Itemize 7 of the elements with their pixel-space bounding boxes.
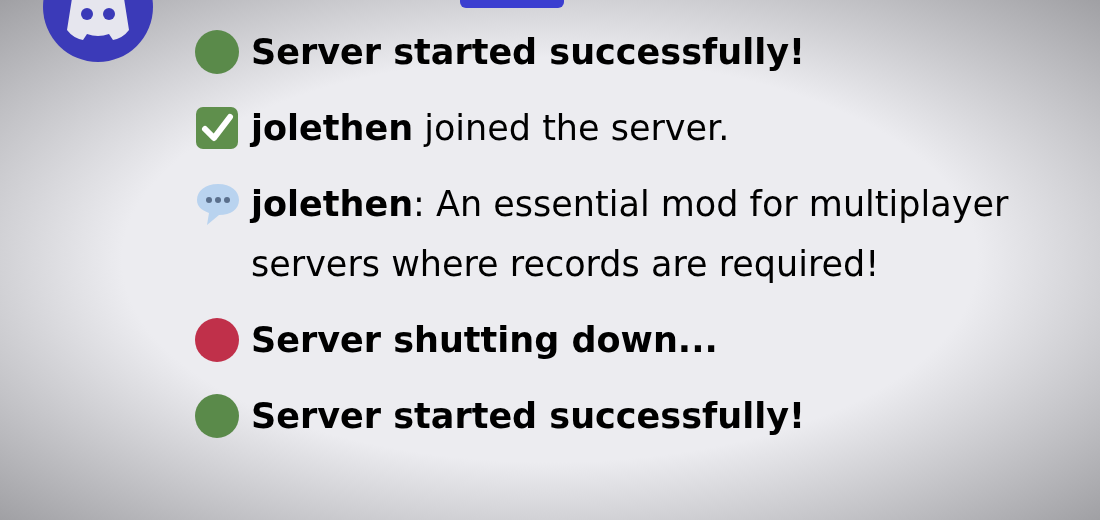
message-text: Server started successfully!: [251, 31, 805, 74]
message-text: Server started successfully!: [251, 395, 805, 438]
message-text: Server shutting down...: [251, 319, 718, 362]
message-text: jolethen joined the server.: [251, 107, 730, 150]
message-text: jolethen: An essential mod for multiplayer servers where records are required!: [251, 183, 1010, 286]
speech-bubble-icon: [195, 181, 241, 227]
check-mark-icon: [195, 106, 239, 150]
